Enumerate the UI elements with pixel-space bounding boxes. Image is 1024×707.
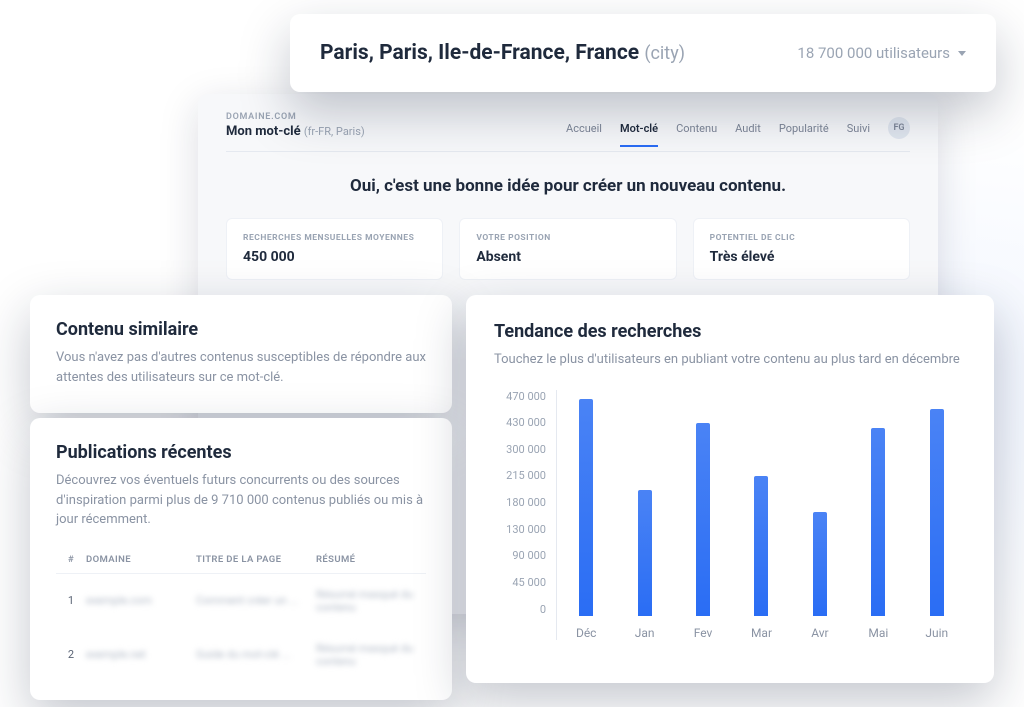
y-tick: 470 000 bbox=[494, 390, 546, 403]
table-row[interactable]: 2 exemple.net Guide du mot-clé ... Résum… bbox=[56, 628, 426, 682]
chart-bar[interactable] bbox=[638, 490, 652, 615]
avatar[interactable]: FG bbox=[888, 117, 910, 139]
metric-label: VOTRE POSITION bbox=[476, 233, 659, 243]
dashboard-header: DOMAINE.COM Mon mot-clé (fr-FR, Paris) A… bbox=[226, 112, 910, 152]
table-header: # DOMAINE TITRE DE LA PAGE RÉSUMÉ bbox=[56, 546, 426, 574]
nav-motcle[interactable]: Mot-clé bbox=[620, 122, 658, 147]
chart-bar[interactable] bbox=[871, 428, 885, 616]
main-nav: Accueil Mot-clé Contenu Audit Popularité… bbox=[566, 117, 910, 139]
chart-bar[interactable] bbox=[579, 399, 593, 615]
card-title: Contenu similaire bbox=[56, 319, 426, 340]
x-tick: Jan bbox=[615, 626, 673, 640]
card-desc: Touchez le plus d'utilisateurs en publia… bbox=[494, 350, 966, 370]
insight-headline: Oui, c'est une bonne idée pour créer un … bbox=[226, 176, 910, 196]
x-tick: Juin bbox=[908, 626, 966, 640]
chart-y-axis: 470 000 430 000 300 000 215 000 180 000 130 0… bbox=[494, 390, 556, 640]
x-tick: Déc bbox=[557, 626, 615, 640]
nav-audit[interactable]: Audit bbox=[735, 122, 761, 135]
metric-label: RECHERCHES MENSUELLES MOYENNES bbox=[243, 233, 426, 243]
y-tick: 0 bbox=[494, 603, 546, 616]
nav-suivi[interactable]: Suivi bbox=[847, 122, 870, 135]
card-title: Publications récentes bbox=[56, 442, 426, 463]
x-tick: Fev bbox=[674, 626, 732, 640]
chart-bar[interactable] bbox=[813, 512, 827, 615]
domain-label: DOMAINE.COM bbox=[226, 112, 365, 122]
metric-position: VOTRE POSITION Absent bbox=[459, 218, 676, 280]
chart-bar[interactable] bbox=[696, 423, 710, 615]
metric-label: POTENTIEL DE CLIC bbox=[710, 233, 893, 243]
y-tick: 130 000 bbox=[494, 523, 546, 536]
metric-value: 450 000 bbox=[243, 249, 426, 265]
metric-value: Absent bbox=[476, 249, 659, 265]
publications-card: Publications récentes Découvrez vos éven… bbox=[30, 418, 452, 700]
users-dropdown[interactable]: 18 700 000 utilisateurs bbox=[797, 44, 966, 62]
nav-accueil[interactable]: Accueil bbox=[566, 122, 602, 135]
card-desc: Vous n'avez pas d'autres contenus suscep… bbox=[56, 348, 426, 387]
y-tick: 45 000 bbox=[494, 576, 546, 589]
nav-popularite[interactable]: Popularité bbox=[779, 122, 829, 135]
search-trend-card: Tendance des recherches Touchez le plus … bbox=[466, 295, 994, 683]
nav-contenu[interactable]: Contenu bbox=[676, 122, 717, 135]
table-row[interactable]: 1 exemple.com Comment créer un ... Résum… bbox=[56, 574, 426, 628]
y-tick: 90 000 bbox=[494, 549, 546, 562]
y-tick: 300 000 bbox=[494, 443, 546, 456]
chevron-down-icon bbox=[958, 51, 966, 56]
chart-area: 470 000 430 000 300 000 215 000 180 000 130 0… bbox=[494, 390, 966, 640]
location-name: Paris, Paris, Ile-de-France, France (cit… bbox=[320, 41, 685, 65]
keyword-title: Mon mot-clé (fr-FR, Paris) bbox=[226, 124, 365, 139]
chart-bar[interactable] bbox=[754, 476, 768, 615]
y-tick: 180 000 bbox=[494, 496, 546, 509]
chart-x-axis: DécJanFevMarAvrMaiJuin bbox=[557, 626, 966, 640]
chart-bar[interactable] bbox=[930, 409, 944, 616]
y-tick: 215 000 bbox=[494, 469, 546, 482]
location-selector-card: Paris, Paris, Ile-de-France, France (cit… bbox=[290, 14, 996, 92]
x-tick: Mar bbox=[732, 626, 790, 640]
metric-value: Très élevé bbox=[710, 249, 893, 265]
x-tick: Avr bbox=[791, 626, 849, 640]
chart-plot: DécJanFevMarAvrMaiJuin bbox=[556, 390, 966, 640]
metric-potential: POTENTIEL DE CLIC Très élevé bbox=[693, 218, 910, 280]
publications-table: # DOMAINE TITRE DE LA PAGE RÉSUMÉ 1 exem… bbox=[56, 546, 426, 682]
similar-content-card: Contenu similaire Vous n'avez pas d'autr… bbox=[30, 295, 452, 413]
y-tick: 430 000 bbox=[494, 416, 546, 429]
metric-searches: RECHERCHES MENSUELLES MOYENNES 450 000 bbox=[226, 218, 443, 280]
x-tick: Mai bbox=[849, 626, 907, 640]
card-title: Tendance des recherches bbox=[494, 321, 966, 342]
card-desc: Découvrez vos éventuels futurs concurren… bbox=[56, 471, 426, 530]
